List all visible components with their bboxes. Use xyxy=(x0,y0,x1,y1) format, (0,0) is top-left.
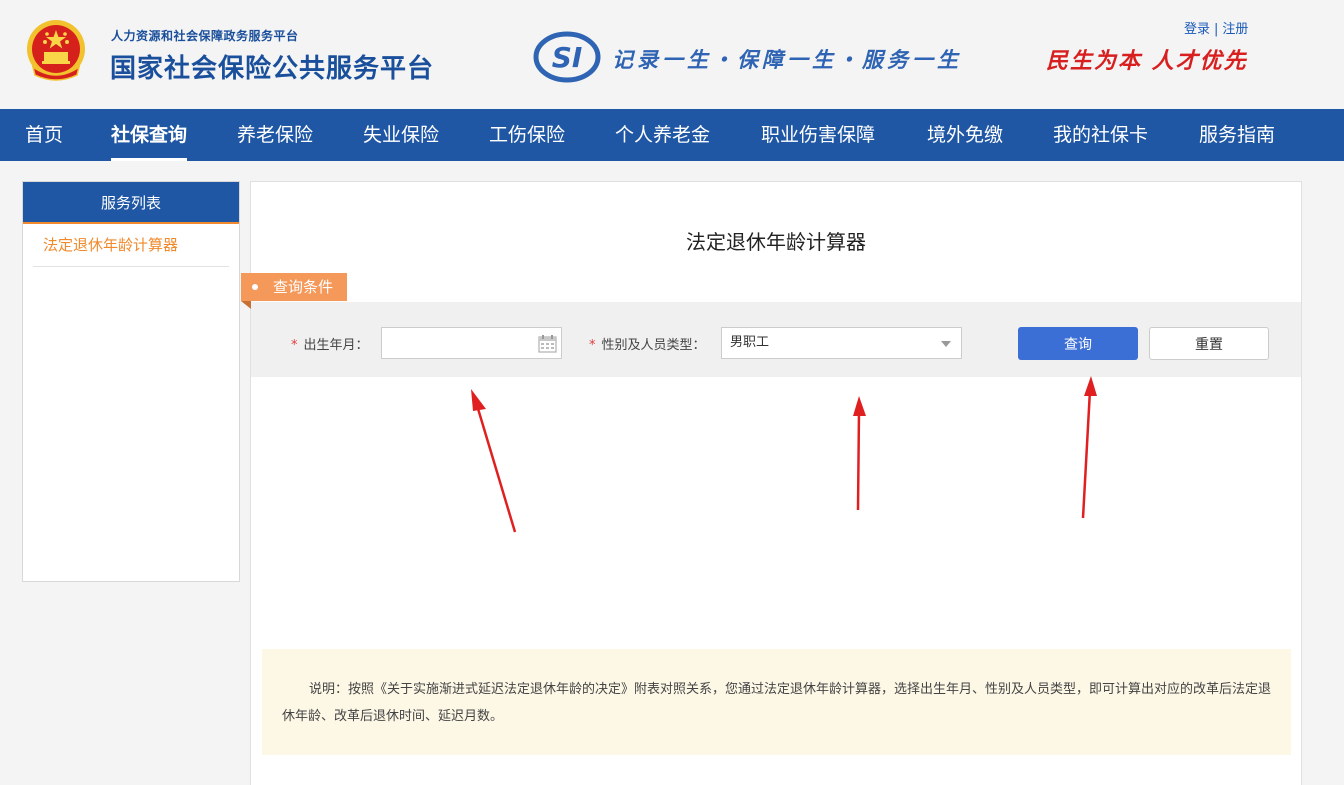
required-mark: * xyxy=(589,338,596,353)
birth-date-label: * 出生年月： xyxy=(291,334,369,353)
national-emblem-icon xyxy=(27,20,85,81)
calendar-icon[interactable] xyxy=(538,334,557,353)
bullet-icon xyxy=(252,284,258,290)
header-motto: 民生为本 人才优先 xyxy=(1046,48,1248,74)
person-type-select[interactable]: 男职工 xyxy=(721,327,962,359)
person-type-label: * 性别及人员类型： xyxy=(589,334,706,353)
nav-item-overseas-exemption[interactable]: 境外免缴 xyxy=(927,109,1003,161)
query-form: * 出生年月： * 性别及人员类型： 男职工 查询 重置 xyxy=(251,302,1301,377)
instructions-note: 说明：按照《关于实施渐进式延迟法定退休年龄的决定》附表对照关系，您通过法定退休年… xyxy=(262,649,1291,755)
nav-item-occupational-injury[interactable]: 职业伤害保障 xyxy=(761,109,875,161)
auth-separator: | xyxy=(1214,22,1219,37)
nav-item-social-security-query[interactable]: 社保查询 xyxy=(111,109,188,161)
birth-date-label-text: 出生年月： xyxy=(303,338,369,353)
service-sidebar: 服务列表 法定退休年龄计算器 xyxy=(22,181,240,582)
nav-item-pension-insurance[interactable]: 养老保险 xyxy=(237,109,313,161)
main-panel: 法定退休年龄计算器 * 出生年月： * 性别及人员类型： 男职工 查询 重置 查询条… xyxy=(241,181,1302,785)
query-button[interactable]: 查询 xyxy=(1018,327,1138,360)
required-mark: * xyxy=(291,338,298,353)
site-title: 国家社会保险公共服务平台 xyxy=(110,54,435,84)
nav-item-my-social-security-card[interactable]: 我的社保卡 xyxy=(1053,109,1148,161)
sidebar-title: 服务列表 xyxy=(23,182,239,224)
query-conditions-label: 查询条件 xyxy=(273,278,334,296)
query-conditions-tab: 查询条件 xyxy=(241,273,347,301)
si-logo-text: SI xyxy=(552,41,583,74)
nav-item-service-guide[interactable]: 服务指南 xyxy=(1199,109,1275,161)
tab-fold-decoration xyxy=(241,301,251,309)
main-nav: 首页 社保查询 养老保险 失业保险 工伤保险 个人养老金 职业伤害保障 境外免缴… xyxy=(0,109,1344,161)
header-slogan: 记录一生・保障一生・服务一生 xyxy=(612,47,962,72)
person-type-value: 男职工 xyxy=(730,335,770,350)
person-type-label-text: 性别及人员类型： xyxy=(601,338,706,353)
nav-item-home[interactable]: 首页 xyxy=(25,109,63,161)
reset-button[interactable]: 重置 xyxy=(1149,327,1269,360)
instructions-text: 说明：按照《关于实施渐进式延迟法定退休年龄的决定》附表对照关系，您通过法定退休年… xyxy=(282,682,1272,724)
chevron-down-icon xyxy=(941,341,951,347)
auth-links: 登录 | 注册 xyxy=(1184,18,1248,37)
register-link[interactable]: 注册 xyxy=(1222,22,1248,37)
site-header: 人力资源和社会保障政务服务平台 国家社会保险公共服务平台 SI 记录一生・保障一… xyxy=(0,0,1344,109)
sidebar-item-retirement-calculator[interactable]: 法定退休年龄计算器 xyxy=(33,224,229,267)
page-title: 法定退休年龄计算器 xyxy=(686,230,866,254)
birth-date-input[interactable] xyxy=(381,327,562,359)
nav-item-unemployment-insurance[interactable]: 失业保险 xyxy=(363,109,439,161)
nav-item-personal-pension[interactable]: 个人养老金 xyxy=(615,109,710,161)
nav-item-work-injury-insurance[interactable]: 工伤保险 xyxy=(489,109,565,161)
site-subtitle: 人力资源和社会保障政务服务平台 xyxy=(111,29,299,43)
social-insurance-logo: SI xyxy=(533,31,601,83)
login-link[interactable]: 登录 xyxy=(1184,22,1210,37)
